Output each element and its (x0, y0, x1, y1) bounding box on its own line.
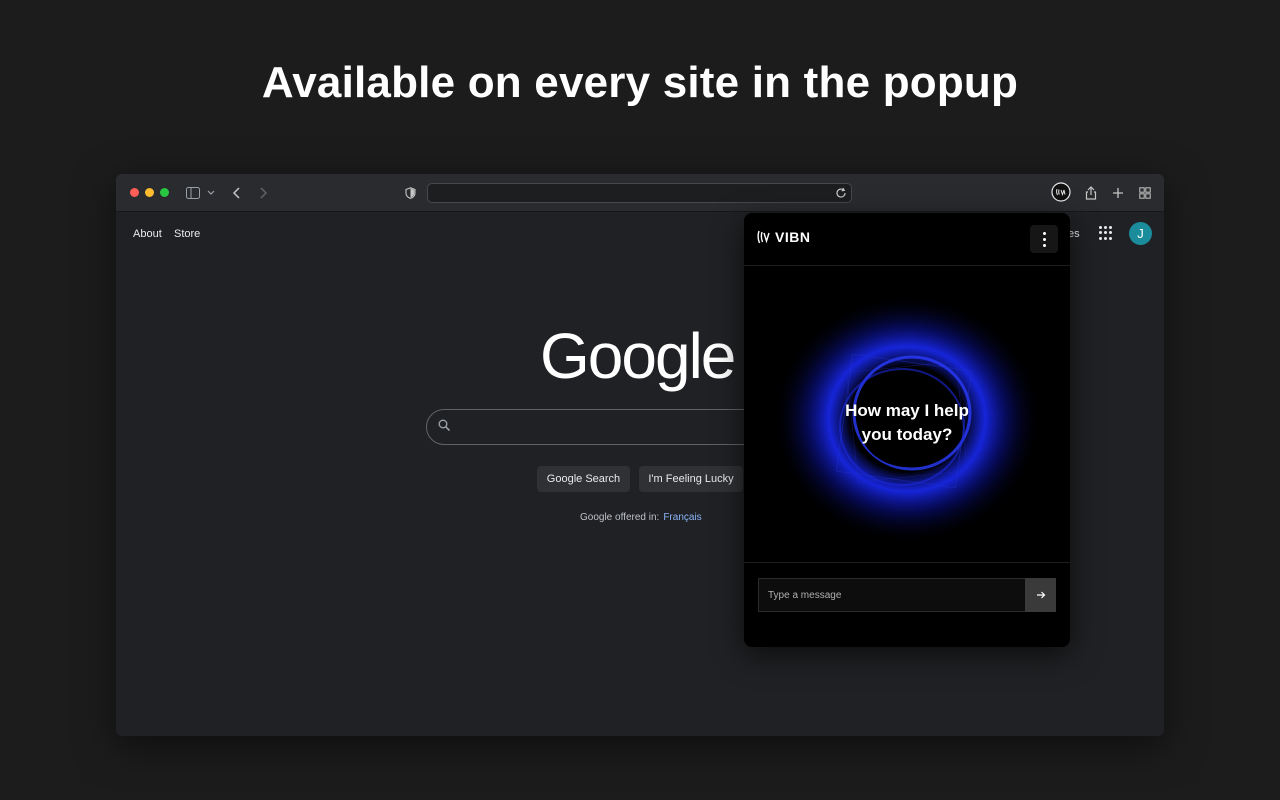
vibn-brand: VIBN (775, 229, 811, 245)
back-icon[interactable] (232, 184, 242, 202)
orb-area: How may I help you today? (744, 267, 1070, 563)
new-tab-icon[interactable] (1112, 184, 1124, 202)
search-icon (438, 419, 451, 437)
forward-icon[interactable] (258, 184, 268, 202)
zoom-window-button[interactable] (160, 188, 169, 197)
feeling-lucky-button[interactable]: I'm Feeling Lucky (639, 466, 743, 492)
store-link[interactable]: Store (174, 228, 200, 240)
shield-icon[interactable] (405, 184, 416, 202)
page-headline: Available on every site in the popup (261, 58, 1019, 107)
greeting-line-2: you today? (861, 425, 953, 444)
minimize-window-button[interactable] (145, 188, 154, 197)
close-window-button[interactable] (130, 188, 139, 197)
vibn-logo: VIBN (756, 229, 810, 245)
google-logo: Google (540, 320, 736, 392)
address-bar[interactable] (427, 183, 852, 203)
message-input[interactable] (758, 578, 1025, 612)
send-button[interactable] (1025, 578, 1056, 612)
apps-grid-icon[interactable] (1099, 226, 1113, 240)
share-icon[interactable] (1085, 184, 1097, 202)
popup-header: VIBN (744, 213, 1070, 266)
google-search-button[interactable]: Google Search (537, 466, 630, 492)
browser-toolbar (116, 174, 1164, 212)
greeting-text: How may I help you today? (744, 399, 1070, 447)
vibn-extension-icon[interactable] (1051, 182, 1071, 202)
avatar[interactable]: J (1129, 222, 1152, 245)
more-vert-icon[interactable] (1030, 225, 1058, 253)
offered-in-label: Google offered in: (580, 512, 660, 523)
vibn-logo-icon (757, 230, 770, 244)
sidebar-icon[interactable] (186, 184, 200, 202)
language-offer: Google offered in: Français (580, 512, 702, 523)
tab-overview-icon[interactable] (1139, 184, 1151, 202)
about-link[interactable]: About (133, 228, 162, 240)
vibn-popup: VIBN How may I help you today? Type a me… (744, 213, 1070, 647)
language-link[interactable]: Français (663, 512, 701, 523)
chevron-down-icon[interactable] (207, 184, 215, 202)
send-arrow-icon (1036, 591, 1045, 599)
reload-icon[interactable] (835, 186, 847, 204)
greeting-line-1: How may I help (845, 401, 969, 420)
